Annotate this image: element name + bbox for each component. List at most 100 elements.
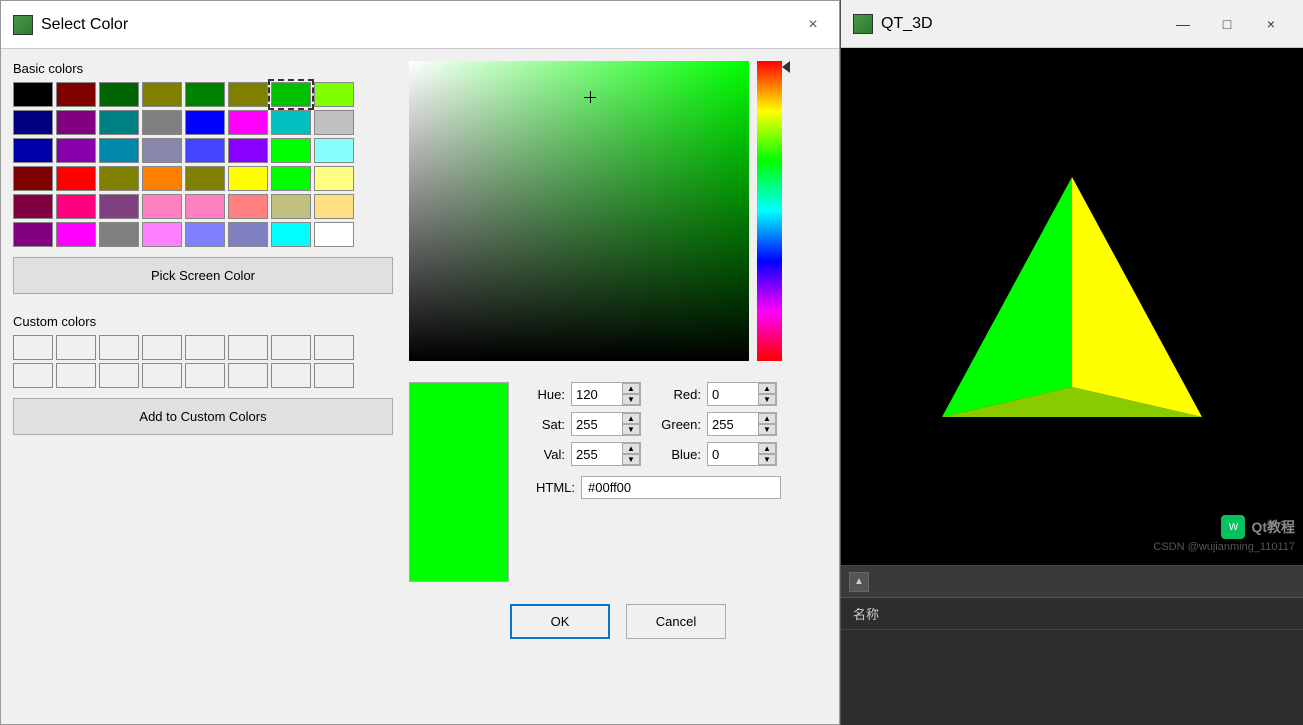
basic-color-swatch[interactable] bbox=[185, 82, 225, 107]
basic-color-swatch[interactable] bbox=[185, 194, 225, 219]
basic-color-swatch[interactable] bbox=[13, 110, 53, 135]
watermark-sub: CSDN @wujianming_110117 bbox=[1153, 541, 1295, 553]
basic-color-swatch[interactable] bbox=[185, 166, 225, 191]
green-spin-down[interactable]: ▼ bbox=[758, 424, 776, 435]
hue-input[interactable] bbox=[572, 385, 622, 404]
basic-color-swatch[interactable] bbox=[228, 194, 268, 219]
red-spin-down[interactable]: ▼ bbox=[758, 394, 776, 405]
custom-color-swatch[interactable] bbox=[271, 335, 311, 360]
pick-screen-color-button[interactable]: Pick Screen Color bbox=[13, 257, 393, 294]
basic-color-swatch[interactable] bbox=[13, 82, 53, 107]
blue-input[interactable] bbox=[708, 445, 758, 464]
blue-row: Blue: ▲ ▼ bbox=[661, 442, 777, 466]
basic-color-swatch[interactable] bbox=[271, 138, 311, 163]
basic-color-swatch[interactable] bbox=[142, 110, 182, 135]
basic-color-swatch[interactable] bbox=[314, 166, 354, 191]
basic-color-swatch[interactable] bbox=[228, 110, 268, 135]
basic-color-swatch[interactable] bbox=[99, 166, 139, 191]
custom-color-swatch[interactable] bbox=[185, 363, 225, 388]
basic-color-swatch[interactable] bbox=[142, 222, 182, 247]
custom-color-swatch[interactable] bbox=[314, 363, 354, 388]
custom-color-swatch[interactable] bbox=[271, 363, 311, 388]
basic-color-swatch[interactable] bbox=[314, 82, 354, 107]
basic-color-swatch[interactable] bbox=[271, 166, 311, 191]
basic-color-swatch[interactable] bbox=[99, 82, 139, 107]
basic-color-swatch[interactable] bbox=[99, 110, 139, 135]
basic-color-swatch[interactable] bbox=[13, 194, 53, 219]
custom-color-swatch[interactable] bbox=[228, 363, 268, 388]
cancel-button[interactable]: Cancel bbox=[626, 604, 726, 639]
custom-color-swatch[interactable] bbox=[142, 363, 182, 388]
green-input[interactable] bbox=[708, 415, 758, 434]
green-spin-up[interactable]: ▲ bbox=[758, 413, 776, 424]
sat-spin-down[interactable]: ▼ bbox=[622, 424, 640, 435]
red-input[interactable] bbox=[708, 385, 758, 404]
basic-color-swatch[interactable] bbox=[271, 222, 311, 247]
val-spin-up[interactable]: ▲ bbox=[622, 443, 640, 454]
blue-spin-up[interactable]: ▲ bbox=[758, 443, 776, 454]
basic-color-swatch[interactable] bbox=[228, 138, 268, 163]
basic-color-swatch[interactable] bbox=[185, 138, 225, 163]
custom-color-swatch[interactable] bbox=[99, 335, 139, 360]
basic-color-swatch[interactable] bbox=[228, 222, 268, 247]
qt3d-close-button[interactable]: × bbox=[1251, 10, 1291, 38]
custom-color-swatch[interactable] bbox=[56, 335, 96, 360]
custom-color-swatch[interactable] bbox=[13, 335, 53, 360]
custom-color-swatch[interactable] bbox=[13, 363, 53, 388]
basic-color-swatch[interactable] bbox=[228, 82, 268, 107]
basic-color-swatch[interactable] bbox=[314, 110, 354, 135]
basic-color-swatch[interactable] bbox=[13, 138, 53, 163]
qt3d-restore-button[interactable]: □ bbox=[1207, 10, 1247, 38]
basic-color-swatch[interactable] bbox=[56, 138, 96, 163]
dialog-title: Select Color bbox=[41, 16, 128, 34]
basic-color-swatch[interactable] bbox=[56, 110, 96, 135]
basic-color-swatch[interactable] bbox=[314, 194, 354, 219]
sat-input[interactable] bbox=[572, 415, 622, 434]
basic-color-swatch[interactable] bbox=[99, 222, 139, 247]
basic-color-swatch[interactable] bbox=[99, 194, 139, 219]
basic-color-swatch[interactable] bbox=[13, 222, 53, 247]
scroll-up-arrow[interactable]: ▲ bbox=[849, 572, 869, 592]
basic-color-swatch[interactable] bbox=[13, 166, 53, 191]
add-to-custom-colors-button[interactable]: Add to Custom Colors bbox=[13, 398, 393, 435]
blue-spin-down[interactable]: ▼ bbox=[758, 454, 776, 465]
qt3d-minimize-button[interactable]: — bbox=[1163, 10, 1203, 38]
html-input[interactable] bbox=[581, 476, 781, 499]
basic-color-swatch[interactable] bbox=[142, 166, 182, 191]
hue-slider[interactable] bbox=[757, 61, 782, 361]
basic-color-swatch[interactable] bbox=[314, 138, 354, 163]
val-spin-down[interactable]: ▼ bbox=[622, 454, 640, 465]
basic-color-swatch[interactable] bbox=[142, 138, 182, 163]
dialog-close-button[interactable]: × bbox=[799, 11, 827, 39]
hue-spin-up[interactable]: ▲ bbox=[622, 383, 640, 394]
basic-color-swatch[interactable] bbox=[185, 222, 225, 247]
ok-button[interactable]: OK bbox=[510, 604, 610, 639]
custom-color-swatch[interactable] bbox=[185, 335, 225, 360]
color-gradient-canvas[interactable] bbox=[409, 61, 749, 361]
basic-color-swatch[interactable] bbox=[56, 166, 96, 191]
basic-color-swatch[interactable] bbox=[271, 194, 311, 219]
color-values: Hue: ▲ ▼ Red: bbox=[525, 382, 781, 582]
basic-color-swatch[interactable] bbox=[142, 194, 182, 219]
sat-spin-up[interactable]: ▲ bbox=[622, 413, 640, 424]
basic-color-swatch[interactable] bbox=[99, 138, 139, 163]
basic-color-swatch[interactable] bbox=[185, 110, 225, 135]
basic-color-swatch[interactable] bbox=[271, 110, 311, 135]
basic-color-swatch[interactable] bbox=[142, 82, 182, 107]
custom-color-swatch[interactable] bbox=[99, 363, 139, 388]
custom-color-swatch[interactable] bbox=[142, 335, 182, 360]
hue-red-row: Hue: ▲ ▼ Red: bbox=[525, 382, 781, 406]
val-input[interactable] bbox=[572, 445, 622, 464]
basic-color-swatch[interactable] bbox=[56, 222, 96, 247]
custom-color-swatch[interactable] bbox=[314, 335, 354, 360]
hue-spin-down[interactable]: ▼ bbox=[622, 394, 640, 405]
red-spinner: ▲ ▼ bbox=[707, 382, 777, 406]
custom-color-swatch[interactable] bbox=[228, 335, 268, 360]
basic-color-swatch[interactable] bbox=[56, 82, 96, 107]
basic-color-swatch[interactable] bbox=[56, 194, 96, 219]
basic-color-swatch[interactable] bbox=[228, 166, 268, 191]
basic-color-swatch[interactable] bbox=[314, 222, 354, 247]
red-spin-up[interactable]: ▲ bbox=[758, 383, 776, 394]
custom-color-swatch[interactable] bbox=[56, 363, 96, 388]
basic-color-swatch-selected[interactable] bbox=[271, 82, 311, 107]
